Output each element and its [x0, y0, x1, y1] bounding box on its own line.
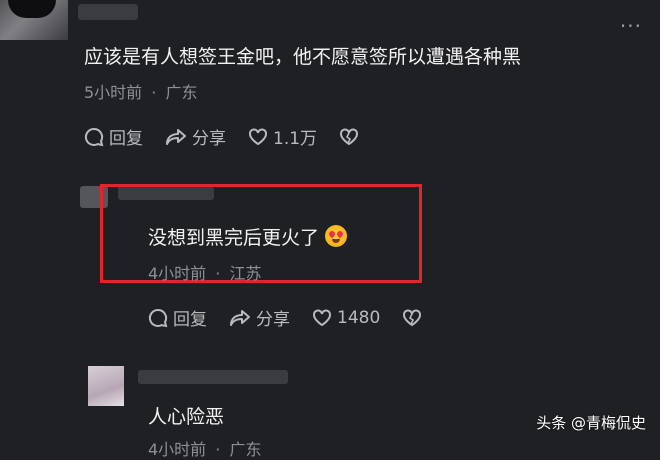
comment-time: 4小时前	[148, 440, 207, 459]
heart-eyes-emoji-icon	[325, 225, 348, 247]
comment-bubble-icon	[84, 127, 104, 146]
avatar[interactable]	[88, 366, 124, 406]
reply-text: 没想到黑完后更火了	[148, 223, 348, 250]
comment-text: 应该是有人想签王金吧，他不愿意签所以遭遇各种黑	[84, 46, 522, 68]
reply-time: 4小时前	[148, 264, 207, 283]
share-icon	[166, 128, 186, 145]
comment-location: 广东	[229, 440, 262, 459]
reply-button[interactable]: 回复	[84, 124, 143, 149]
comment-bubble-icon	[148, 308, 168, 327]
comment-actions: 回复 分享 1.1万	[84, 124, 386, 149]
reply-location: 江苏	[229, 264, 262, 283]
share-button[interactable]: 分享	[229, 305, 290, 330]
username-blurred[interactable]	[138, 370, 288, 384]
share-icon	[230, 309, 250, 326]
share-button[interactable]: 分享	[165, 124, 226, 149]
heart-icon	[249, 128, 267, 145]
broken-heart-icon	[403, 309, 422, 326]
like-button[interactable]: 1480	[312, 308, 380, 328]
more-options-icon[interactable]: ···	[620, 14, 642, 38]
watermark: 头条 @青梅侃史	[536, 414, 646, 432]
dislike-button[interactable]	[402, 309, 427, 327]
comment-text: 人心险恶	[148, 406, 225, 428]
comment-location: 广东	[165, 83, 198, 102]
like-button[interactable]: 1.1万	[248, 124, 317, 149]
comment-time: 5小时前	[84, 83, 143, 102]
dislike-button[interactable]	[339, 128, 364, 146]
broken-heart-icon	[340, 128, 359, 145]
comment-meta: 4小时前 · 广东	[148, 440, 262, 459]
avatar[interactable]	[0, 0, 68, 40]
comment-meta: 5小时前 · 广东	[84, 83, 198, 102]
reply-actions: 回复 分享 1480	[148, 305, 449, 330]
reply-meta: 4小时前 · 江苏	[148, 264, 262, 283]
heart-icon	[313, 309, 331, 326]
reply-button[interactable]: 回复	[148, 305, 207, 330]
username-blurred[interactable]	[78, 4, 138, 20]
